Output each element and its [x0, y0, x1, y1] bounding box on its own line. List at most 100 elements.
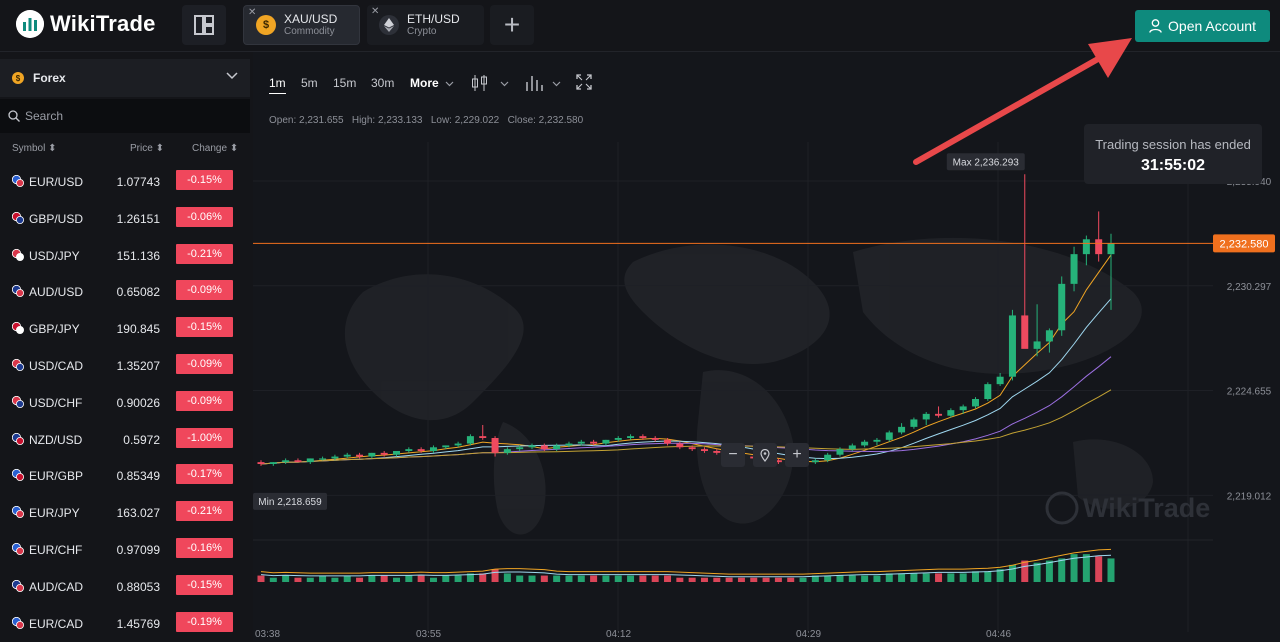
zoom-in-button[interactable]: + — [785, 443, 809, 467]
chevron-down-icon[interactable] — [552, 81, 561, 87]
tab-subtitle: Commodity — [284, 26, 335, 37]
timeframe-15m[interactable]: 15m — [333, 76, 356, 90]
coin-icon: $ — [12, 72, 24, 84]
timeframe-more[interactable]: More — [410, 76, 439, 90]
candle-body — [1008, 315, 1016, 377]
timeframe-30m[interactable]: 30m — [371, 76, 394, 90]
instrument-row[interactable]: NZD/USD 0.5972 -1.00% — [0, 421, 250, 458]
watermark: WikiTrade — [1045, 491, 1210, 525]
candle-body — [861, 441, 869, 446]
candle-body — [1021, 315, 1029, 349]
reset-position-button[interactable] — [753, 443, 777, 467]
instrument-price: 0.97099 — [116, 543, 160, 557]
volume-bar — [442, 575, 450, 582]
currency-flag-icon — [12, 579, 24, 592]
tab-name: XAU/USD — [284, 12, 338, 26]
volume-bar — [848, 575, 856, 582]
currency-flag-icon — [12, 432, 24, 445]
instrument-price: 1.45769 — [116, 616, 160, 631]
indicators-icon[interactable] — [525, 74, 543, 92]
plus-icon: + — [792, 446, 802, 463]
instrument-symbol: USD/CAD — [29, 359, 84, 373]
close-tab-icon[interactable]: ✕ — [248, 8, 256, 18]
instrument-row[interactable]: GBP/JPY 190.845 -0.15% — [0, 310, 250, 347]
gold-coin-icon: $ — [256, 15, 276, 35]
instrument-row[interactable]: EUR/JPY 163.027 -0.21% — [0, 494, 250, 531]
category-label: Forex — [33, 71, 66, 85]
instrument-symbol: GBP/JPY — [29, 322, 80, 337]
price-tick-label: 2,224.655 — [1227, 387, 1272, 398]
sort-price-header[interactable]: Price ⬍ — [130, 143, 164, 154]
tab-xauusd[interactable]: ✕ $ XAU/USD Commodity — [243, 5, 360, 45]
instrument-row[interactable]: EUR/USD 1.07743 -0.15% — [0, 163, 250, 200]
layout-button[interactable] — [182, 5, 226, 45]
currency-flag-icon — [12, 211, 24, 224]
tab-ethusd[interactable]: ✕ ETH/USD Crypto — [367, 5, 484, 45]
instrument-row[interactable]: GBP/USD 1.26151 -0.06% — [0, 200, 250, 237]
volume-bar — [380, 575, 388, 582]
instrument-price: 1.26151 — [116, 211, 160, 226]
instrument-row[interactable]: USD/CAD 1.35207 -0.09% — [0, 347, 250, 384]
candle-body — [959, 406, 967, 411]
sort-icon: ⬍ — [155, 143, 164, 154]
time-tick-label: 03:38 — [255, 629, 280, 640]
close-tab-icon[interactable]: ✕ — [371, 7, 379, 17]
currency-flag-icon — [12, 616, 24, 629]
category-dropdown[interactable]: $ Forex — [0, 59, 250, 97]
volume-bar — [688, 577, 696, 582]
volume-bar — [639, 575, 647, 582]
candle-body — [848, 445, 856, 450]
instrument-row[interactable]: EUR/GBP 0.85349 -0.17% — [0, 457, 250, 494]
candlestick-type-icon[interactable] — [471, 74, 489, 92]
chevron-down-icon[interactable] — [500, 81, 509, 87]
candle-body — [516, 447, 524, 450]
instrument-symbol: USD/CHF — [29, 395, 83, 410]
add-tab-button[interactable]: + — [490, 5, 534, 45]
instrument-price: 163.027 — [116, 506, 160, 521]
candle-body — [282, 460, 290, 463]
volume-bar — [910, 573, 918, 582]
watermark-text: WikiTrade — [1083, 493, 1210, 523]
price-column-label: Price — [130, 143, 153, 154]
candle-body — [947, 410, 955, 416]
volume-bar — [725, 577, 733, 582]
candle-body — [602, 439, 610, 444]
volume-bar — [565, 575, 573, 582]
fullscreen-icon[interactable] — [576, 74, 592, 90]
instrument-row[interactable]: USD/JPY 151.136 -0.21% — [0, 237, 250, 274]
sort-symbol-header[interactable]: Symbol ⬍ — [12, 143, 57, 154]
change-badge: -0.15% — [176, 574, 233, 595]
instrument-row[interactable]: EUR/CAD 1.45769 -0.19% — [0, 605, 250, 642]
candle-body — [528, 445, 536, 448]
timeframe-1m[interactable]: 1m — [269, 76, 286, 94]
instrument-row[interactable]: EUR/CHF 0.97099 -0.16% — [0, 531, 250, 568]
logo[interactable]: WikiTrade — [16, 10, 156, 38]
instrument-row[interactable]: AUD/CAD 0.88053 -0.15% — [0, 568, 250, 605]
sort-change-header[interactable]: Change ⬍ — [192, 143, 238, 154]
volume-bar — [737, 577, 745, 582]
ohlc-readout: Open: 2,231.655 High: 2,233.133 Low: 2,2… — [269, 115, 583, 126]
search-input[interactable]: Search — [0, 99, 250, 133]
instrument-row[interactable]: AUD/USD 0.65082 -0.09% — [0, 273, 250, 310]
instrument-price: 0.5972 — [123, 432, 160, 447]
candle-body — [429, 447, 437, 451]
candle-body — [442, 445, 450, 448]
candle-body — [553, 445, 561, 450]
instrument-symbol: NZD/USD — [29, 432, 83, 447]
zoom-out-button[interactable]: − — [721, 443, 745, 467]
candle-body — [380, 452, 388, 455]
candle-body — [700, 449, 708, 451]
volume-bar — [799, 577, 807, 582]
timeframe-5m[interactable]: 5m — [301, 76, 318, 90]
chevron-down-icon[interactable] — [445, 81, 454, 87]
currency-flag-icon — [12, 285, 24, 298]
open-account-button[interactable]: Open Account — [1135, 10, 1270, 42]
change-badge: -0.09% — [176, 354, 233, 374]
instrument-price: 151.136 — [116, 248, 160, 263]
volume-bar — [1021, 560, 1029, 582]
change-badge: -0.15% — [176, 317, 233, 338]
instrument-row[interactable]: USD/CHF 0.90026 -0.09% — [0, 384, 250, 421]
volume-bar — [405, 575, 413, 582]
candle-body — [454, 443, 462, 446]
price-chart[interactable]: WikiTrade 2,235.9402,230.2972,224.6552,2… — [253, 142, 1280, 641]
